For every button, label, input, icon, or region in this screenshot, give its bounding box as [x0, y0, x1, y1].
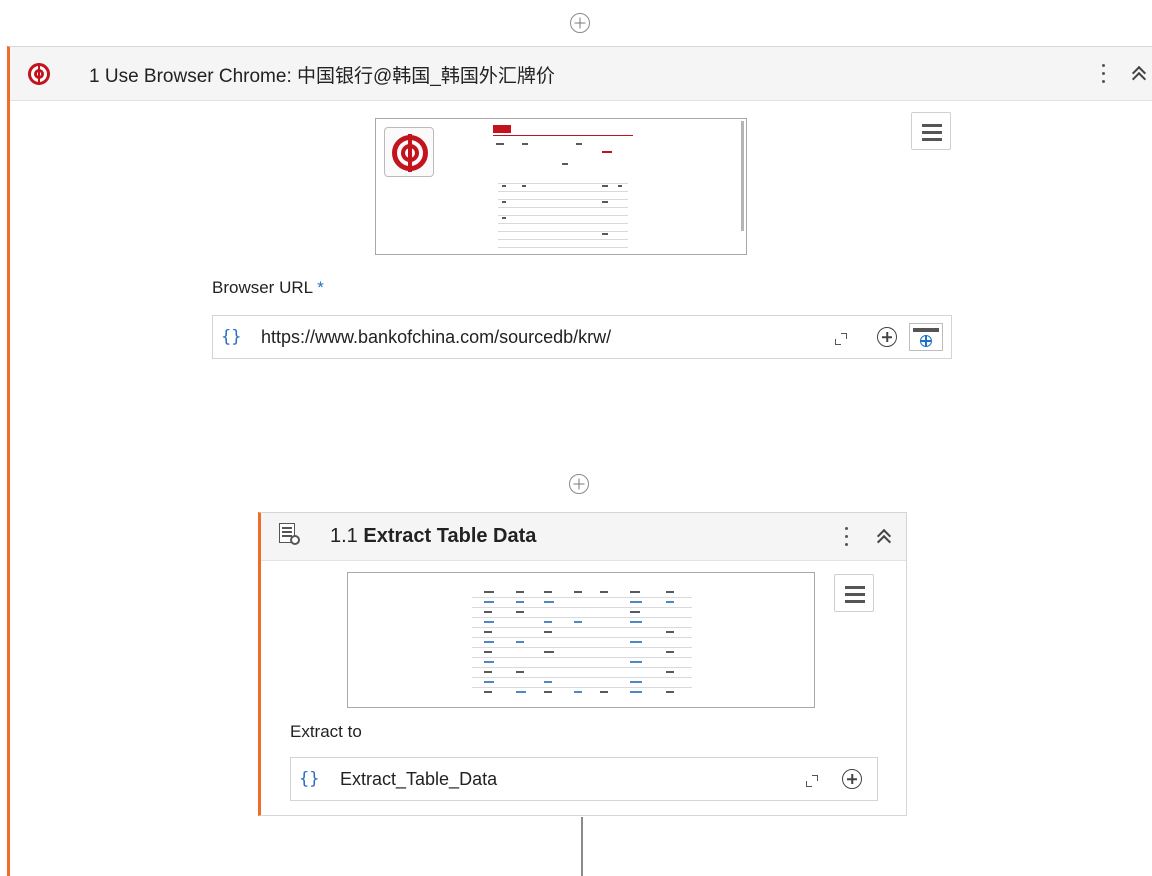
add-activity-middle-icon[interactable]	[569, 474, 589, 494]
extract-table-data-header[interactable]: 1.1 Extract Table Data	[261, 513, 906, 561]
use-browser-header[interactable]: 1 Use Browser Chrome: 中国银行@韩国_韩国外汇牌价	[10, 47, 1152, 101]
more-options-icon[interactable]	[1102, 63, 1106, 85]
add-activity-top-icon[interactable]	[570, 13, 590, 33]
browser-options-menu-button[interactable]	[911, 112, 951, 150]
extract-table-icon	[279, 523, 301, 547]
collapse-icon[interactable]	[875, 528, 893, 546]
open-browser-icon[interactable]	[909, 323, 943, 351]
browser-url-label: Browser URL *	[212, 278, 324, 297]
collapse-icon[interactable]	[1130, 65, 1148, 83]
browser-screenshot-preview[interactable]	[375, 118, 747, 255]
flow-connector	[581, 817, 583, 876]
expand-editor-icon[interactable]	[806, 775, 818, 787]
workflow-canvas: 1 Use Browser Chrome: 中国银行@韩国_韩国外汇牌价 Bro…	[0, 0, 1152, 876]
extract-to-input[interactable]: {} Extract_Table_Data	[290, 757, 878, 801]
boc-logo-preview-icon	[384, 127, 434, 177]
browser-url-input[interactable]: {} https://www.bankofchina.com/sourcedb/…	[212, 315, 952, 359]
expression-icon: {}	[221, 327, 242, 347]
extract-table-data-title: 1.1 Extract Table Data	[330, 525, 537, 547]
use-browser-title: 1 Use Browser Chrome: 中国银行@韩国_韩国外汇牌价	[89, 66, 555, 87]
table-options-menu-button[interactable]	[834, 574, 874, 612]
more-options-icon[interactable]	[845, 526, 849, 548]
expression-icon: {}	[299, 769, 320, 789]
extract-to-label: Extract to	[290, 722, 362, 741]
table-screenshot-preview[interactable]	[347, 572, 815, 708]
expand-editor-icon[interactable]	[835, 333, 847, 345]
plus-menu-icon[interactable]	[842, 769, 862, 789]
plus-menu-icon[interactable]	[877, 327, 897, 347]
extract-to-value: Extract_Table_Data	[340, 769, 498, 789]
bank-of-china-logo-icon	[28, 63, 50, 85]
browser-url-value: https://www.bankofchina.com/sourcedb/krw…	[261, 327, 612, 347]
